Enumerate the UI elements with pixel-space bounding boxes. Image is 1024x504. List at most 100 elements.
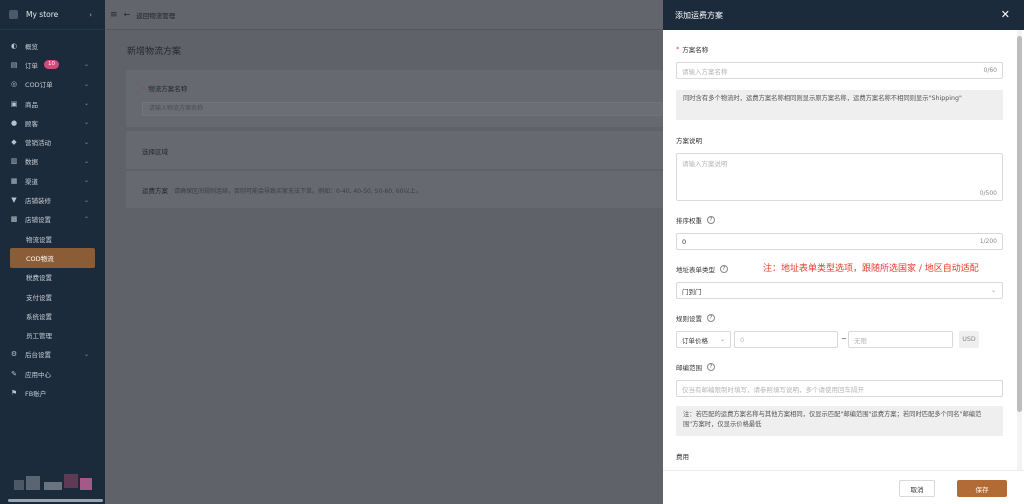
sidebar-item-label: 商品 bbox=[25, 100, 38, 109]
sidebar: My store › ◐ 概览 ▤ 订单 10 ⌄ ◎ COD订单 ⌄ ▣ 商品… bbox=[0, 0, 105, 504]
chevron-up-icon: ⌃ bbox=[83, 215, 89, 223]
chevron-down-icon: ⌄ bbox=[83, 119, 89, 127]
sidebar-item-overview[interactable]: ◐ 概览 bbox=[0, 36, 105, 55]
shipping-hint: 请确保区间规则连续，否则可能会导致买家无法下单。例如：0-40, 40-50, … bbox=[174, 188, 422, 195]
drawer-header: 添加运费方案 ✕ bbox=[663, 0, 1024, 30]
sidebar-sub-staff[interactable]: 员工管理 bbox=[0, 325, 105, 344]
sidebar-item-fb-account[interactable]: ⚑ FB账户 bbox=[0, 383, 105, 402]
address-type-label: 地址表单类型 ? bbox=[676, 264, 728, 274]
sort-weight-input[interactable]: 0 1/200 bbox=[676, 233, 1003, 250]
sort-weight-label: 排序权重 ? bbox=[676, 215, 715, 225]
help-icon[interactable]: ? bbox=[707, 216, 715, 224]
plan-name-note: 同时含有多个物流时，运费方案名称相同则显示原方案名称，运费方案名称不相同则显示"… bbox=[676, 90, 1003, 120]
chevron-right-icon[interactable]: › bbox=[89, 11, 92, 19]
postcode-range-label: 邮编范围 ? bbox=[676, 362, 715, 372]
sidebar-sub-system[interactable]: 系统设置 bbox=[0, 306, 105, 325]
order-count-badge: 10 bbox=[44, 60, 59, 70]
address-type-annotation: 注：地址表单类型选项，跟随所选国家 / 地区自动适配 bbox=[763, 264, 979, 274]
chevron-down-icon: ⌄ bbox=[83, 196, 89, 204]
back-link[interactable]: 返回物流管理 bbox=[136, 10, 175, 20]
order-icon: ▤ bbox=[10, 60, 18, 69]
sidebar-item-label: 店铺装修 bbox=[25, 197, 51, 206]
menu-icon[interactable]: ≡ bbox=[110, 10, 118, 20]
range-separator: ~ bbox=[841, 335, 847, 343]
channel-icon: ▦ bbox=[10, 176, 18, 185]
decorate-icon: ▼ bbox=[11, 196, 17, 205]
sidebar-item-label: 概览 bbox=[25, 42, 38, 51]
chevron-down-icon: ⌄ bbox=[83, 350, 89, 358]
sidebar-item-label: 顾客 bbox=[25, 119, 38, 128]
sidebar-sub-shipping[interactable]: 物流设置 bbox=[0, 229, 105, 248]
sidebar-item-label: FB账户 bbox=[25, 389, 47, 398]
sidebar-item-products[interactable]: ▣ 商品 ⌄ bbox=[0, 94, 105, 113]
rule-type-select[interactable]: 订单价格 ⌄ bbox=[676, 331, 731, 348]
chevron-down-icon: ⌄ bbox=[719, 336, 725, 343]
sidebar-item-channels[interactable]: ▦ 渠道 ⌄ bbox=[0, 171, 105, 190]
chevron-down-icon: ⌄ bbox=[83, 138, 89, 146]
help-icon[interactable]: ? bbox=[720, 265, 728, 273]
sidebar-sub-cod-shipping[interactable]: COD物流 bbox=[10, 248, 95, 268]
top-bar: ≡ ← 返回物流管理 bbox=[105, 0, 663, 30]
rule-min-input[interactable]: 0 bbox=[734, 331, 838, 348]
page-title: 新增物流方案 bbox=[127, 47, 182, 57]
sidebar-item-admin-settings[interactable]: ⚙ 后台设置 ⌄ bbox=[0, 345, 105, 364]
chevron-down-icon: ⌄ bbox=[83, 100, 89, 108]
chevron-down-icon: ⌄ bbox=[83, 157, 89, 165]
sidebar-item-cod-orders[interactable]: ◎ COD订单 ⌄ bbox=[0, 75, 105, 94]
description-counter: 0/500 bbox=[979, 190, 997, 197]
sort-weight-counter: 1/200 bbox=[979, 238, 997, 245]
customer-icon: ● bbox=[10, 118, 18, 127]
help-icon[interactable]: ? bbox=[707, 363, 715, 371]
fee-label: 费用 bbox=[676, 453, 689, 461]
fb-account-icon: ⚑ bbox=[10, 388, 18, 397]
sidebar-item-label: 渠道 bbox=[25, 177, 38, 186]
help-icon[interactable]: ? bbox=[707, 314, 715, 322]
sidebar-item-decorate[interactable]: ▼ 店铺装修 ⌄ bbox=[0, 190, 105, 209]
chevron-down-icon: ⌄ bbox=[83, 80, 89, 88]
address-type-select[interactable]: 门到门 ⌄ bbox=[676, 282, 1003, 299]
sidebar-item-app-center[interactable]: ✎ 应用中心 bbox=[0, 364, 105, 383]
region-label[interactable]: 选择区域 bbox=[142, 146, 168, 156]
sidebar-item-store-settings[interactable]: ▩ 店铺设置 ⌃ bbox=[0, 210, 105, 229]
sidebar-sub-tax[interactable]: 税费设置 bbox=[0, 268, 105, 287]
store-switcher[interactable]: My store › bbox=[0, 0, 105, 30]
sidebar-item-label: 营销活动 bbox=[25, 139, 51, 148]
app-center-icon: ✎ bbox=[11, 369, 17, 378]
plan-name-input[interactable]: 请输入方案名称 0/60 bbox=[676, 62, 1003, 79]
back-arrow-icon[interactable]: ← bbox=[124, 10, 131, 19]
sidebar-item-marketing[interactable]: ◆ 营销活动 ⌄ bbox=[0, 132, 105, 151]
user-avatar-pixelated bbox=[14, 474, 104, 494]
close-icon[interactable]: ✕ bbox=[1001, 8, 1010, 21]
rule-settings-label: 规则设置 ? bbox=[676, 313, 715, 323]
sidebar-nav: ◐ 概览 ▤ 订单 10 ⌄ ◎ COD订单 ⌄ ▣ 商品 ⌄ ● 顾客 ⌄ ◆… bbox=[0, 30, 105, 403]
chevron-down-icon: ⌄ bbox=[83, 177, 89, 185]
sidebar-item-data[interactable]: ▥ 数据 ⌄ bbox=[0, 152, 105, 171]
description-textarea[interactable]: 请输入方案说明 0/500 bbox=[676, 153, 1003, 201]
plan-name-counter: 0/60 bbox=[983, 67, 997, 74]
chevron-down-icon: ⌄ bbox=[83, 61, 89, 69]
cancel-button[interactable]: 取消 bbox=[899, 480, 935, 497]
sidebar-item-orders[interactable]: ▤ 订单 10 ⌄ bbox=[0, 55, 105, 74]
sidebar-scrollbar[interactable] bbox=[8, 499, 103, 502]
add-shipping-plan-drawer: 添加运费方案 ✕ * 方案名称 请输入方案名称 0/60 同时含有多个物流时，运费… bbox=[663, 0, 1024, 504]
region-card: 选择区域 bbox=[126, 131, 663, 169]
drawer-body: * 方案名称 请输入方案名称 0/60 同时含有多个物流时，运费方案名称相同则显示… bbox=[663, 30, 1024, 470]
postcode-note: 注：若匹配的运费方案名称与其他方案相同，仅显示匹配"邮编范围"运费方案；若同时匹… bbox=[676, 406, 1003, 436]
name-card: * 物流方案名称 请输入物流方案名称 bbox=[126, 70, 663, 127]
sidebar-item-label: 店铺设置 bbox=[25, 216, 51, 225]
sidebar-item-label: 数据 bbox=[25, 158, 38, 167]
rule-max-input[interactable]: 无限 bbox=[848, 331, 953, 348]
postcode-range-input[interactable]: 仅当有邮编限制时填写，请参照填写说明，多个请使用回车隔开 bbox=[676, 380, 1003, 397]
logistics-name-input[interactable]: 请输入物流方案名称 bbox=[142, 102, 662, 116]
sidebar-sub-payment[interactable]: 支付设置 bbox=[0, 287, 105, 306]
description-label: 方案说明 bbox=[676, 137, 702, 145]
sidebar-item-label: 后台设置 bbox=[25, 351, 51, 360]
drawer-footer: 取消 保存 bbox=[663, 470, 1024, 504]
product-icon: ▣ bbox=[10, 99, 18, 108]
save-button[interactable]: 保存 bbox=[957, 480, 1007, 497]
main-content: ≡ ← 返回物流管理 新增物流方案 * 物流方案名称 请输入物流方案名称 选择区域… bbox=[105, 0, 663, 504]
admin-settings-icon: ⚙ bbox=[10, 350, 18, 359]
sidebar-item-customers[interactable]: ● 顾客 ⌄ bbox=[0, 113, 105, 132]
gauge-icon: ◐ bbox=[10, 41, 18, 50]
drawer-title: 添加运费方案 bbox=[675, 10, 723, 20]
